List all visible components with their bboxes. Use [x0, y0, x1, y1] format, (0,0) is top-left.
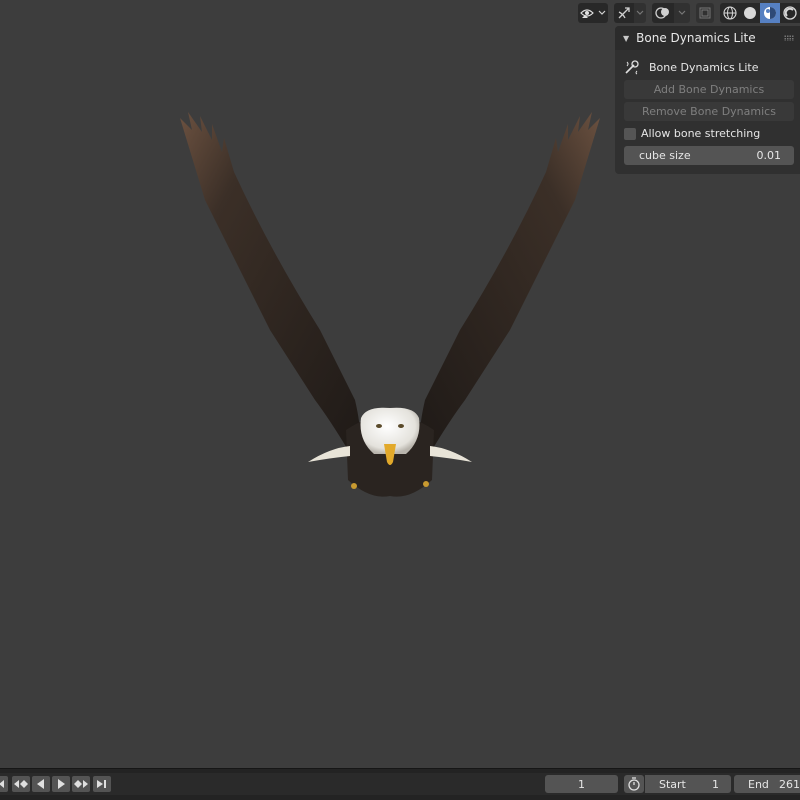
add-bone-dynamics-button[interactable]: Add Bone Dynamics	[624, 80, 794, 99]
rendered-shading-icon[interactable]	[780, 3, 800, 23]
visibility-icon[interactable]	[578, 3, 596, 23]
allow-stretching-row[interactable]: Allow bone stretching	[624, 124, 795, 143]
start-frame-field[interactable]: Start 1	[645, 775, 731, 793]
end-value: 261	[779, 777, 800, 791]
prev-keyframe-icon[interactable]	[12, 776, 30, 792]
jump-start-icon[interactable]	[0, 776, 8, 792]
wireframe-shading-icon[interactable]	[720, 3, 740, 23]
chevron-down-icon[interactable]	[674, 3, 690, 23]
overlay-icon[interactable]	[652, 3, 674, 23]
preview-range-icon[interactable]	[624, 775, 644, 793]
remove-bone-dynamics-button[interactable]: Remove Bone Dynamics	[624, 102, 794, 121]
cube-size-label: cube size	[639, 149, 691, 162]
bone-dynamics-icon	[625, 60, 639, 75]
start-label: Start	[659, 777, 686, 791]
panel-header[interactable]: ▼ Bone Dynamics Lite	[615, 26, 800, 50]
xray-icon[interactable]	[696, 3, 714, 23]
drag-grip-icon[interactable]	[784, 35, 794, 41]
bone-dynamics-panel: ▼ Bone Dynamics Lite Bone Dynamics Lite …	[615, 26, 800, 174]
chevron-down-icon[interactable]	[596, 3, 608, 23]
end-frame-field[interactable]: End 261	[734, 775, 800, 793]
timeline-bar: 1 Start 1 End 261	[0, 768, 800, 800]
gizmo-icon[interactable]	[614, 3, 634, 23]
allow-stretching-checkbox[interactable]	[624, 127, 636, 140]
jump-end-icon[interactable]	[93, 776, 111, 792]
eagle-model[interactable]	[150, 100, 630, 520]
start-value: 1	[712, 777, 719, 791]
play-reverse-icon[interactable]	[32, 776, 50, 792]
end-label: End	[748, 777, 769, 791]
tool-label-row: Bone Dynamics Lite	[624, 58, 795, 76]
viewport-header	[578, 3, 800, 23]
panel-title: Bone Dynamics Lite	[636, 31, 756, 45]
collapse-triangle-icon[interactable]: ▼	[623, 34, 629, 43]
allow-stretching-label: Allow bone stretching	[641, 127, 761, 140]
play-icon[interactable]	[52, 776, 70, 792]
cube-size-value: 0.01	[756, 149, 782, 162]
material-shading-icon[interactable]	[760, 3, 780, 23]
current-frame-field[interactable]: 1	[545, 775, 618, 793]
solid-shading-icon[interactable]	[740, 3, 760, 23]
next-keyframe-icon[interactable]	[72, 776, 90, 792]
cube-size-field[interactable]: cube size 0.01	[624, 146, 794, 165]
chevron-down-icon[interactable]	[634, 3, 646, 23]
3d-viewport[interactable]: ▼ Bone Dynamics Lite Bone Dynamics Lite …	[0, 0, 800, 768]
tool-label: Bone Dynamics Lite	[649, 60, 759, 74]
